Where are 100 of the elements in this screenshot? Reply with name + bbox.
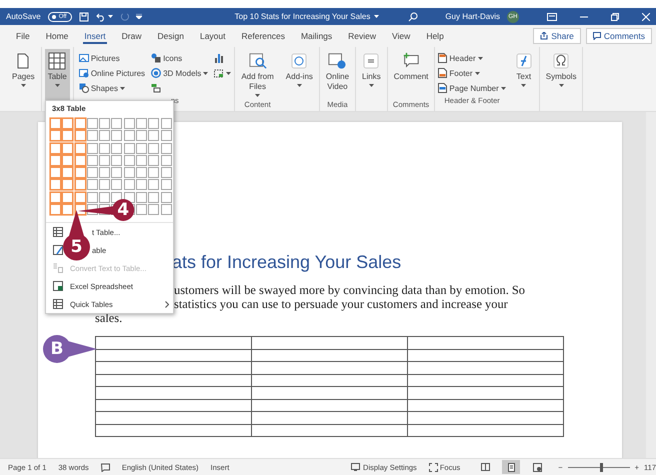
grid-cell[interactable] [74,179,86,190]
grid-cell[interactable] [50,179,61,190]
grid-cell[interactable] [124,154,135,166]
proofing-icon[interactable] [100,462,110,472]
redo-icon[interactable] [120,12,129,21]
grid-cell[interactable] [136,179,148,190]
grid-cell[interactable] [148,142,160,154]
document-table[interactable] [95,336,564,437]
grid-cell[interactable] [86,142,98,154]
ribbon-display-icon[interactable] [547,12,557,20]
ribbon-tab[interactable]: Mailings [292,25,340,47]
ribbon-button[interactable]: Comment [390,49,432,100]
grid-cell[interactable] [160,167,172,178]
grid-cell[interactable] [111,130,122,142]
grid-cell[interactable] [160,142,172,154]
ribbon-tab[interactable]: Home [38,25,76,47]
ribbon-button[interactable]: Links [359,49,384,100]
ribbon-command[interactable]: 3D Models [151,66,208,80]
ribbon-tab[interactable]: View [384,25,418,47]
search-icon[interactable] [408,12,418,22]
grid-cell[interactable] [136,167,148,178]
grid-cell[interactable] [148,192,160,203]
ribbon-command[interactable]: Shapes [78,81,146,95]
grid-cell[interactable] [50,118,61,129]
ribbon-button[interactable]: Symbols [542,49,580,100]
grid-cell[interactable] [99,130,110,142]
grid-cell[interactable] [160,179,172,190]
restore-icon[interactable] [611,12,619,20]
grid-cell[interactable] [62,118,74,129]
grid-cell[interactable] [160,118,172,129]
ribbon-button[interactable]: Online Video [322,49,352,100]
ribbon-button[interactable]: Table [44,49,70,100]
ribbon-command[interactable]: Footer [438,66,506,80]
grid-cell[interactable] [136,142,148,154]
close-icon[interactable] [642,12,650,20]
grid-cell[interactable] [99,154,110,166]
grid-cell[interactable] [50,154,61,166]
grid-cell[interactable] [148,204,160,216]
ribbon-button[interactable]: Text [512,49,536,100]
grid-cell[interactable] [124,179,135,190]
grid-cell[interactable] [99,118,110,129]
share-button[interactable]: Share [533,28,581,44]
grid-cell[interactable] [50,167,61,178]
grid-cell[interactable] [86,192,98,203]
grid-cell[interactable] [99,167,110,178]
grid-cell[interactable] [99,142,110,154]
ribbon-command[interactable]: Pictures [78,51,146,65]
grid-cell[interactable] [86,167,98,178]
grid-cell[interactable] [160,130,172,142]
grid-cell[interactable] [148,130,160,142]
grid-cell[interactable] [124,167,135,178]
grid-cell[interactable] [124,118,135,129]
ribbon-tab[interactable]: Help [418,25,452,47]
grid-cell[interactable] [160,154,172,166]
grid-cell[interactable] [111,154,122,166]
grid-cell[interactable] [136,154,148,166]
ribbon-command[interactable]: Page Number [438,81,506,95]
grid-cell[interactable] [74,154,86,166]
ribbon-button[interactable]: Add from Files [238,49,277,100]
grid-cell[interactable] [148,179,160,190]
grid-cell[interactable] [62,142,74,154]
ribbon-command[interactable]: Header [438,51,506,65]
grid-cell[interactable] [136,192,148,203]
grid-cell[interactable] [124,142,135,154]
grid-cell[interactable] [124,130,135,142]
ribbon-tab[interactable]: File [8,25,38,47]
grid-cell[interactable] [148,118,160,129]
ribbon-tab[interactable]: Insert [76,25,114,47]
grid-cell[interactable] [111,118,122,129]
grid-cell[interactable] [111,179,122,190]
comments-button[interactable]: Comments [586,28,652,44]
grid-cell[interactable] [62,154,74,166]
grid-cell[interactable] [50,142,61,154]
grid-cell[interactable] [50,130,61,142]
ribbon-tab[interactable]: Layout [192,25,234,47]
grid-cell[interactable] [160,192,172,203]
grid-cell[interactable] [136,130,148,142]
customize-caret-icon[interactable] [136,14,142,19]
grid-cell[interactable] [86,154,98,166]
ribbon-tab[interactable]: References [234,25,293,47]
grid-cell[interactable] [148,154,160,166]
zoom-slider-thumb[interactable] [600,462,604,472]
ribbon-command[interactable]: Icons [151,51,208,65]
ribbon-button[interactable]: Pages [9,49,38,100]
ribbon-tab[interactable]: Draw [114,25,150,47]
grid-cell[interactable] [62,130,74,142]
grid-cell[interactable] [74,167,86,178]
grid-cell[interactable] [86,130,98,142]
grid-cell[interactable] [86,118,98,129]
ribbon-command[interactable]: Online Pictures [78,66,146,80]
ribbon-button[interactable]: Add-ins [282,49,316,100]
grid-cell[interactable] [62,167,74,178]
save-icon[interactable] [78,12,89,22]
undo-icon[interactable] [96,12,106,22]
grid-cell[interactable] [62,179,74,190]
grid-cell[interactable] [62,192,74,203]
grid-cell[interactable] [99,192,110,203]
grid-cell[interactable] [111,142,122,154]
grid-cell[interactable] [136,118,148,129]
print-layout-icon[interactable] [502,460,520,474]
